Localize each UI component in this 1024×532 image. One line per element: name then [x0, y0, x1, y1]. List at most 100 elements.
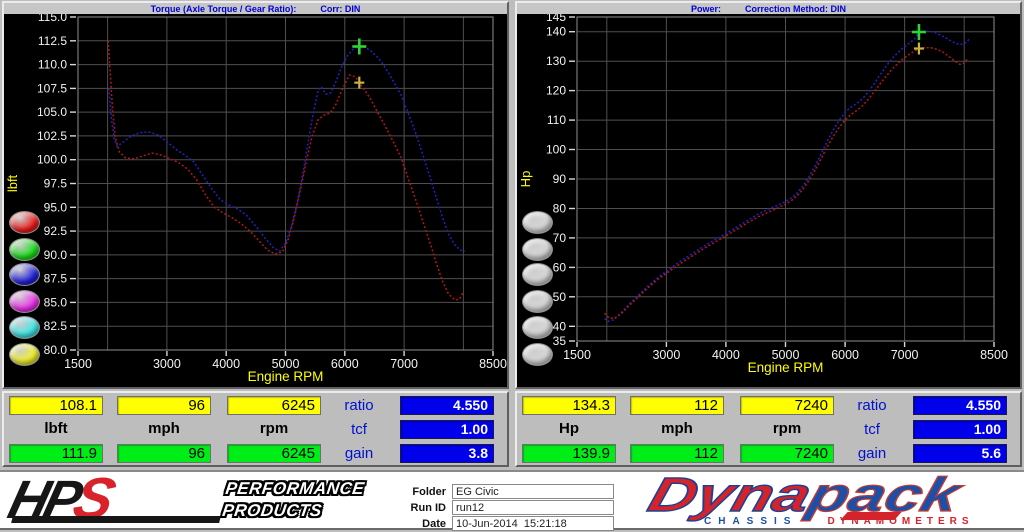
x-tick-label: 1500 [563, 348, 591, 362]
tcf-label: tcf [351, 421, 367, 438]
curve-run-corrected-blue [603, 30, 971, 323]
power-correction-label: Correction Method: DIN [745, 3, 846, 14]
power-cursor-rpm: 7240 [740, 396, 834, 415]
power-chart: 145140 130 120 110 100 90 80 70 60 50 40351500 3000… [518, 14, 1008, 375]
gain-label: gain [857, 445, 887, 462]
curve-run-corrected-blue [108, 45, 466, 253]
run-color-button-5[interactable] [9, 316, 40, 339]
y-tick-label: 80.0 [44, 343, 68, 357]
rpm-unit-label: rpm [772, 420, 802, 437]
x-tick-label: 3000 [153, 357, 181, 371]
x-tick-label: 3000 [652, 348, 680, 362]
y-tick-label: 70 [553, 231, 567, 245]
y-tick-label: 35 [553, 334, 567, 348]
hps-logo-tagline: PERFORMANCE PRODUCTS [221, 478, 366, 522]
x-tick-label: 6000 [831, 348, 859, 362]
y-tick-label: 100 [546, 143, 566, 157]
y-axis-unit-label: Hp [518, 171, 533, 188]
dynapack-wordmark: Dynapack [642, 468, 967, 523]
run-color-button-3[interactable] [9, 263, 40, 286]
power-title: Power: [690, 3, 721, 14]
x-axis-label: Engine RPM [748, 360, 824, 375]
torque-ratio-value: 4.550 [400, 396, 494, 415]
y-tick-label: 80 [553, 202, 567, 216]
y-tick-label: 90 [553, 172, 567, 186]
y-tick-label: 82.5 [44, 319, 68, 333]
hps-tagline-line2: PRODUCTS [221, 501, 324, 520]
y-tick-label: 87.5 [44, 272, 68, 286]
dynapack-dynamometers-label: DYNAMOMETERS [827, 516, 974, 527]
torque-unit-label: lbft [44, 420, 68, 437]
x-tick-label: 1500 [64, 357, 92, 371]
run-color-button-2[interactable] [9, 238, 40, 261]
torque-chart-panel: Torque (Axle Torque / Gear Ratio): Corr:… [2, 1, 509, 389]
folder-field[interactable] [452, 484, 614, 499]
ratio-label: ratio [857, 397, 887, 414]
torque-tcf-value: 1.00 [400, 420, 494, 439]
y-tick-label: 40 [553, 319, 567, 333]
run-color-button-6[interactable] [9, 343, 40, 366]
y-tick-label: 105.0 [37, 105, 67, 119]
torque-chart: 115.0 112.5 110.0 107.5 105.0 102.5 100.0 97.5 9… [5, 14, 507, 384]
torque-peak-value: 111.9 [9, 444, 103, 463]
power-unit-label: Hp [559, 420, 579, 437]
dynapack-subtitle: CHASSIS DYNAMOMETERS [704, 516, 974, 527]
speed-unit-label: mph [661, 420, 693, 437]
dynapack-logo: Dynapack CHASSIS DYNAMOMETERS [642, 468, 1018, 530]
y-tick-label: 140 [546, 25, 566, 39]
run-id-label: Run ID [410, 502, 446, 514]
torque-peak-speed: 96 [117, 444, 211, 463]
y-tick-label: 107.5 [37, 81, 67, 95]
x-tick-label: 7000 [891, 348, 919, 362]
y-tick-label: 130 [546, 54, 566, 68]
power-peak-value: 139.9 [522, 444, 616, 463]
torque-title-bar: Torque (Axle Torque / Gear Ratio): Corr:… [4, 3, 507, 14]
run-color-button-6[interactable] [522, 343, 553, 366]
run-color-button-4[interactable] [9, 290, 40, 313]
x-tick-label: 6000 [331, 357, 359, 371]
y-tick-label: 115.0 [38, 14, 67, 24]
y-tick-label: 95.0 [44, 200, 68, 214]
x-axis-label: Engine RPM [248, 369, 324, 384]
y-tick-label: 60 [553, 260, 567, 274]
y-tick-label: 90.0 [44, 248, 68, 262]
power-stats-panel: 134.3 112 7240 Hp mph rpm 139.9 112 7240… [515, 391, 1022, 467]
y-tick-label: 92.5 [44, 224, 68, 238]
y-tick-label: 100.0 [37, 153, 67, 167]
hps-logo: HPS PERFORMANCE PRODUCTS [3, 466, 366, 531]
y-tick-label: 85.0 [44, 295, 68, 309]
tcf-label: tcf [864, 421, 880, 438]
y-tick-label: 145 [546, 14, 566, 24]
run-color-button-5[interactable] [522, 316, 553, 339]
power-chart-panel: Power: Correction Method: DIN 145 140 130 1… [515, 1, 1022, 389]
torque-cursor-rpm: 6245 [227, 396, 321, 415]
power-plot-area[interactable]: 145 140 130 120 110 100 90 80 70 60 50 40 35 1500 3000… [517, 14, 1020, 387]
power-title-bar: Power: Correction Method: DIN [517, 3, 1020, 14]
run-id-field[interactable] [452, 500, 614, 515]
run-color-button-3[interactable] [522, 263, 553, 286]
y-axis-unit-label: lbft [5, 174, 20, 192]
x-tick-label: 8500 [980, 348, 1008, 362]
rpm-unit-label: rpm [259, 420, 289, 437]
x-tick-label: 4000 [212, 357, 240, 371]
run-color-button-1[interactable] [522, 211, 553, 234]
power-cursor-speed: 112 [630, 396, 724, 415]
y-tick-label: 110 [547, 113, 566, 127]
y-tick-label: 50 [553, 290, 567, 304]
footer-bar: HPS PERFORMANCE PRODUCTS Folder Run ID D… [0, 466, 1024, 531]
y-tick-label: 97.5 [44, 177, 68, 191]
dyno-app-window: Torque (Axle Torque / Gear Ratio): Corr:… [0, 0, 1024, 532]
torque-stats-panel: 108.1 96 6245 lbft mph rpm 111.9 96 6245… [2, 391, 509, 467]
date-field[interactable] [452, 516, 614, 531]
dynapack-word-dyna: Dyna [642, 468, 819, 523]
gain-label: gain [344, 445, 374, 462]
ratio-label: ratio [344, 397, 374, 414]
run-color-button-2[interactable] [522, 238, 553, 261]
torque-plot-area[interactable]: 115.0 112.5 110.0 107.5 105.0 102.5 100.0 97.5 9… [4, 14, 507, 387]
torque-cursor-speed: 96 [117, 396, 211, 415]
run-color-button-4[interactable] [522, 290, 553, 313]
run-color-button-1[interactable] [9, 211, 40, 234]
hps-tagline-line1: PERFORMANCE [224, 479, 366, 498]
torque-title: Torque (Axle Torque / Gear Ratio): [150, 3, 297, 14]
y-tick-label: 102.5 [37, 129, 67, 143]
